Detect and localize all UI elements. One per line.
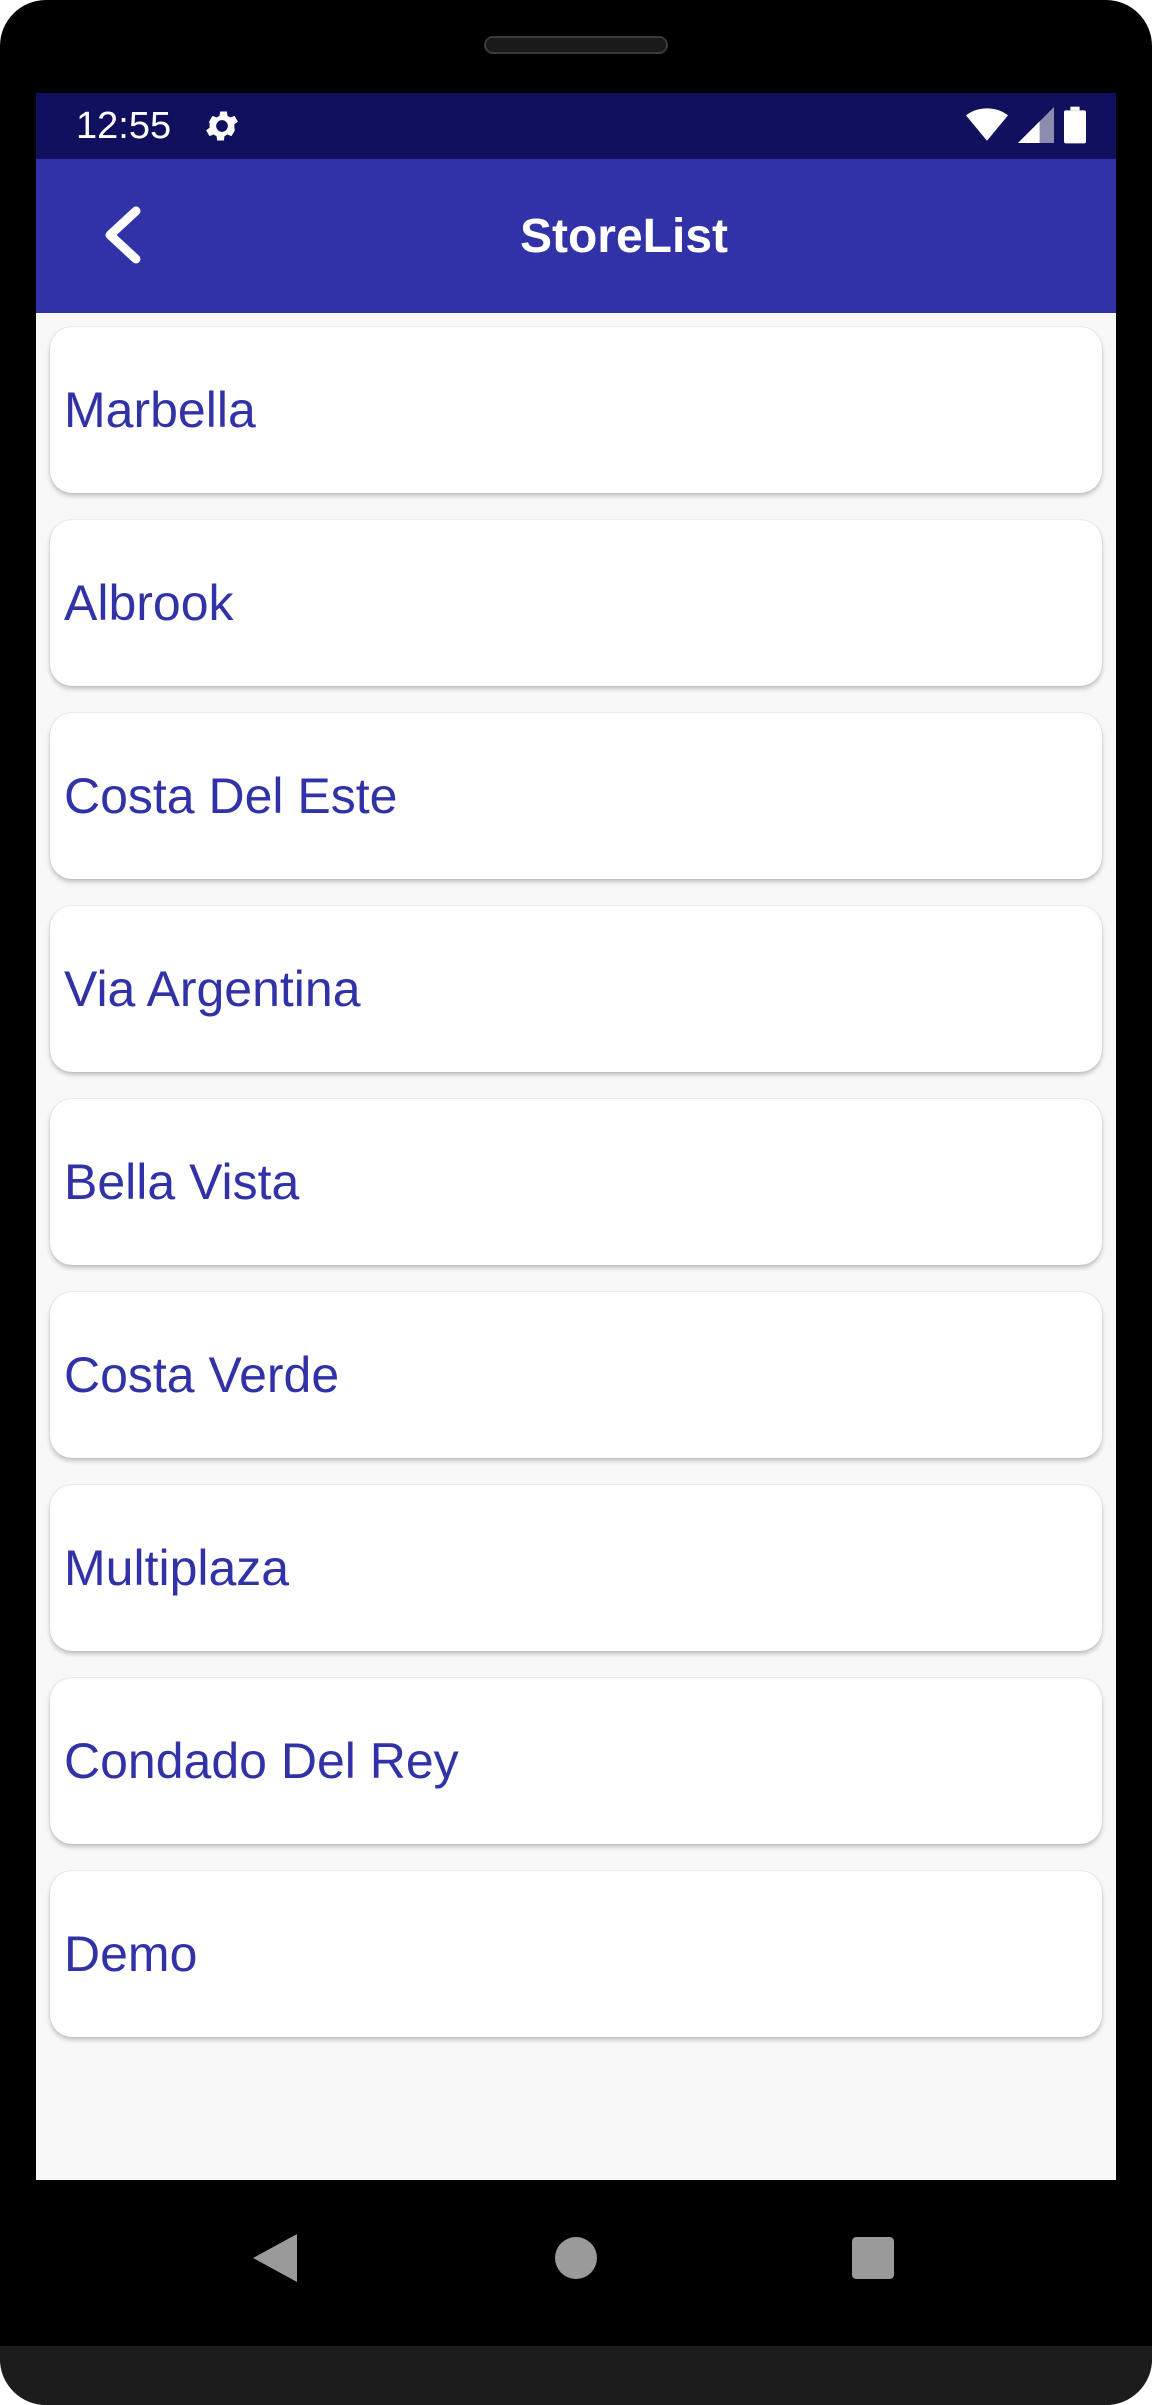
store-name: Marbella xyxy=(64,382,256,438)
back-triangle-icon xyxy=(253,2233,297,2287)
nav-recents-button[interactable] xyxy=(833,2220,913,2300)
store-item-bella-vista[interactable]: Bella Vista xyxy=(50,1099,1102,1265)
store-name: Via Argentina xyxy=(64,961,361,1017)
store-item-albrook[interactable]: Albrook xyxy=(50,520,1102,686)
status-bar: 12:55 xyxy=(36,93,1116,159)
store-name: Multiplaza xyxy=(64,1540,290,1596)
app-bar: StoreList xyxy=(36,159,1116,313)
store-name: Demo xyxy=(64,1926,198,1982)
screen: 12:55 StoreList Marbella Albrook Costa D… xyxy=(36,93,1116,2180)
store-item-condado-del-rey[interactable]: Condado Del Rey xyxy=(50,1678,1102,1844)
store-name: Bella Vista xyxy=(64,1154,300,1210)
wifi-icon xyxy=(966,107,1008,148)
home-circle-icon xyxy=(555,2236,597,2284)
settings-gear-icon xyxy=(202,106,242,146)
store-item-via-argentina[interactable]: Via Argentina xyxy=(50,906,1102,1072)
store-name: Costa Verde xyxy=(64,1347,340,1403)
nav-home-button[interactable] xyxy=(536,2220,616,2300)
status-time: 12:55 xyxy=(76,105,172,147)
store-item-demo[interactable]: Demo xyxy=(50,1871,1102,2037)
store-item-multiplaza[interactable]: Multiplaza xyxy=(50,1485,1102,1651)
battery-icon xyxy=(1064,106,1086,149)
earpiece-speaker xyxy=(484,36,668,54)
cell-signal-icon xyxy=(1018,106,1054,148)
phone-bottom-edge xyxy=(0,2346,1152,2405)
system-navigation-bar xyxy=(0,2180,1152,2346)
recents-square-icon xyxy=(852,2236,894,2284)
store-name: Albrook xyxy=(64,575,234,631)
store-item-costa-verde[interactable]: Costa Verde xyxy=(50,1292,1102,1458)
status-icons xyxy=(966,106,1086,149)
page-title: StoreList xyxy=(519,210,729,263)
store-list: Marbella Albrook Costa Del Este Via Arge… xyxy=(50,327,1102,2064)
store-name: Condado Del Rey xyxy=(64,1733,459,1789)
store-item-costa-del-este[interactable]: Costa Del Este xyxy=(50,713,1102,879)
nav-back-button[interactable] xyxy=(235,2220,315,2300)
store-name: Costa Del Este xyxy=(64,768,398,824)
store-item-marbella[interactable]: Marbella xyxy=(50,327,1102,493)
phone-frame: 12:55 StoreList Marbella Albrook Costa D… xyxy=(0,0,1152,2405)
